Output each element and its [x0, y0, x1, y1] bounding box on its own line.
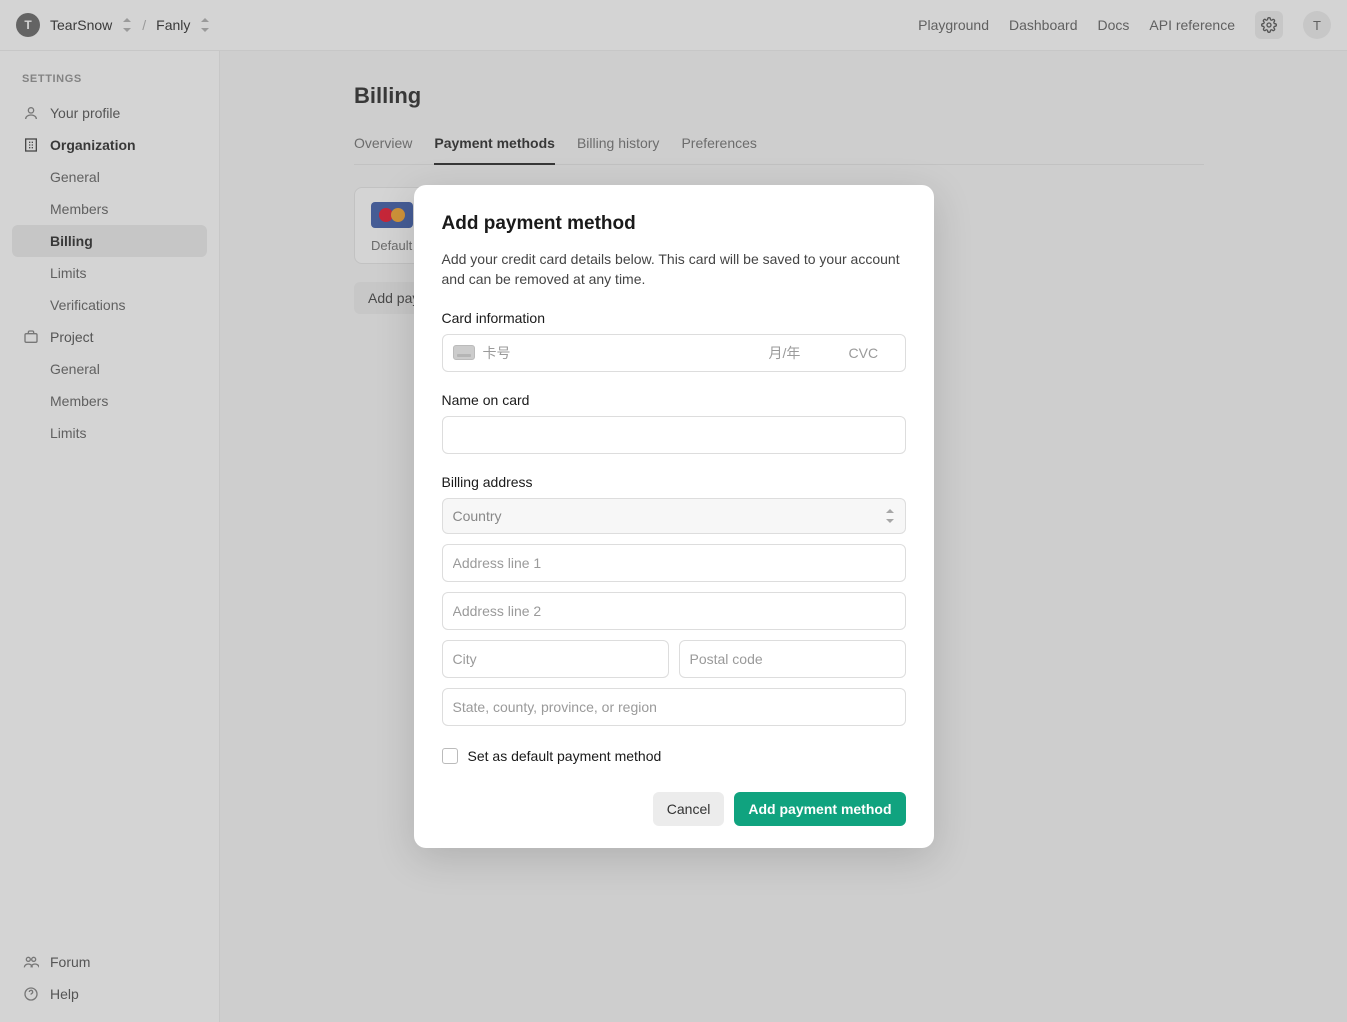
card-icon: [453, 345, 475, 360]
submit-add-payment-button[interactable]: Add payment method: [734, 792, 905, 826]
default-payment-label: Set as default payment method: [468, 748, 662, 764]
name-on-card-label: Name on card: [442, 392, 906, 408]
add-payment-modal: Add payment method Add your credit card …: [414, 185, 934, 848]
cancel-button[interactable]: Cancel: [653, 792, 725, 826]
default-payment-checkbox[interactable]: [442, 748, 458, 764]
modal-overlay[interactable]: Add payment method Add your credit card …: [0, 0, 1347, 1022]
card-input-group[interactable]: 卡号 月/年 CVC: [442, 334, 906, 372]
modal-description: Add your credit card details below. This…: [442, 249, 906, 290]
card-number-input[interactable]: 卡号: [483, 343, 761, 363]
modal-actions: Cancel Add payment method: [442, 792, 906, 826]
billing-address-label: Billing address: [442, 474, 906, 490]
chevrons-icon: [885, 509, 895, 523]
postal-code-input[interactable]: [679, 640, 906, 678]
city-input[interactable]: [442, 640, 669, 678]
default-payment-row: Set as default payment method: [442, 748, 906, 764]
country-select-value: Country: [453, 508, 502, 524]
address-line-1-input[interactable]: [442, 544, 906, 582]
country-select[interactable]: Country: [442, 498, 906, 534]
card-expiry-input[interactable]: 月/年: [769, 343, 841, 363]
card-info-label: Card information: [442, 310, 906, 326]
state-input[interactable]: [442, 688, 906, 726]
name-on-card-input[interactable]: [442, 416, 906, 454]
address-line-2-input[interactable]: [442, 592, 906, 630]
modal-title: Add payment method: [442, 213, 906, 235]
card-cvc-input[interactable]: CVC: [849, 345, 895, 361]
